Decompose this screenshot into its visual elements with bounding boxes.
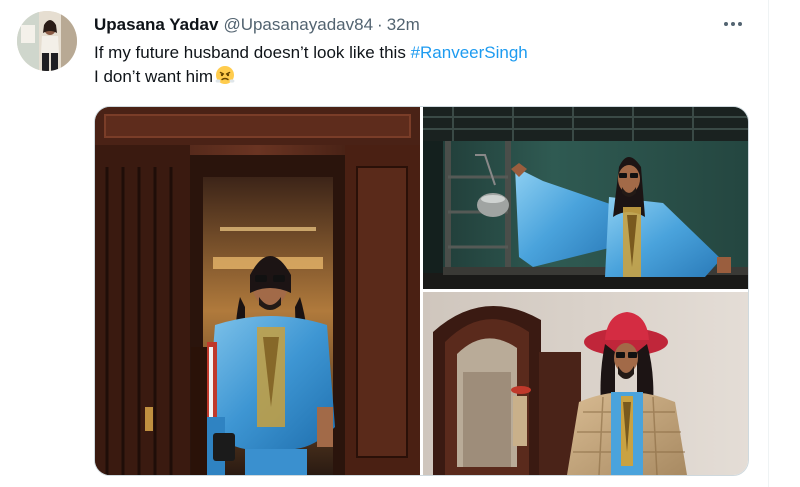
tweet-text-line-2: I don’t want him xyxy=(94,65,734,92)
hashtag-link[interactable]: #RanveerSingh xyxy=(411,43,528,62)
face-with-steam-from-nose-icon xyxy=(215,65,235,92)
tweet-timestamp[interactable]: 32m xyxy=(387,14,420,36)
more-options-button[interactable] xyxy=(718,12,748,36)
avatar[interactable] xyxy=(17,11,77,71)
author-handle[interactable]: @Upasanayadav84 xyxy=(223,14,373,36)
photo-bunk-bed[interactable] xyxy=(423,107,748,289)
tweet-text: If my future husband doesn’t look like t… xyxy=(94,41,734,92)
timeline-divider xyxy=(768,0,769,487)
tweet-header: Upasana Yadav @Upasanayadav84 · 32m xyxy=(94,14,420,36)
tweet-text-line-2-text: I don’t want him xyxy=(94,67,214,86)
tweet-card[interactable]: Upasana Yadav @Upasanayadav84 · 32m If m… xyxy=(0,0,800,487)
tweet-text-line-1: If my future husband doesn’t look like t… xyxy=(94,41,734,65)
photo-red-hat-mirror[interactable] xyxy=(423,292,748,475)
tweet-media-grid xyxy=(94,106,749,476)
tweet-text-prefix: If my future husband doesn’t look like t… xyxy=(94,43,411,62)
author-display-name[interactable]: Upasana Yadav xyxy=(94,14,218,36)
header-separator: · xyxy=(377,15,383,34)
ellipsis-icon xyxy=(724,22,742,26)
photo-elevator[interactable] xyxy=(95,107,420,475)
